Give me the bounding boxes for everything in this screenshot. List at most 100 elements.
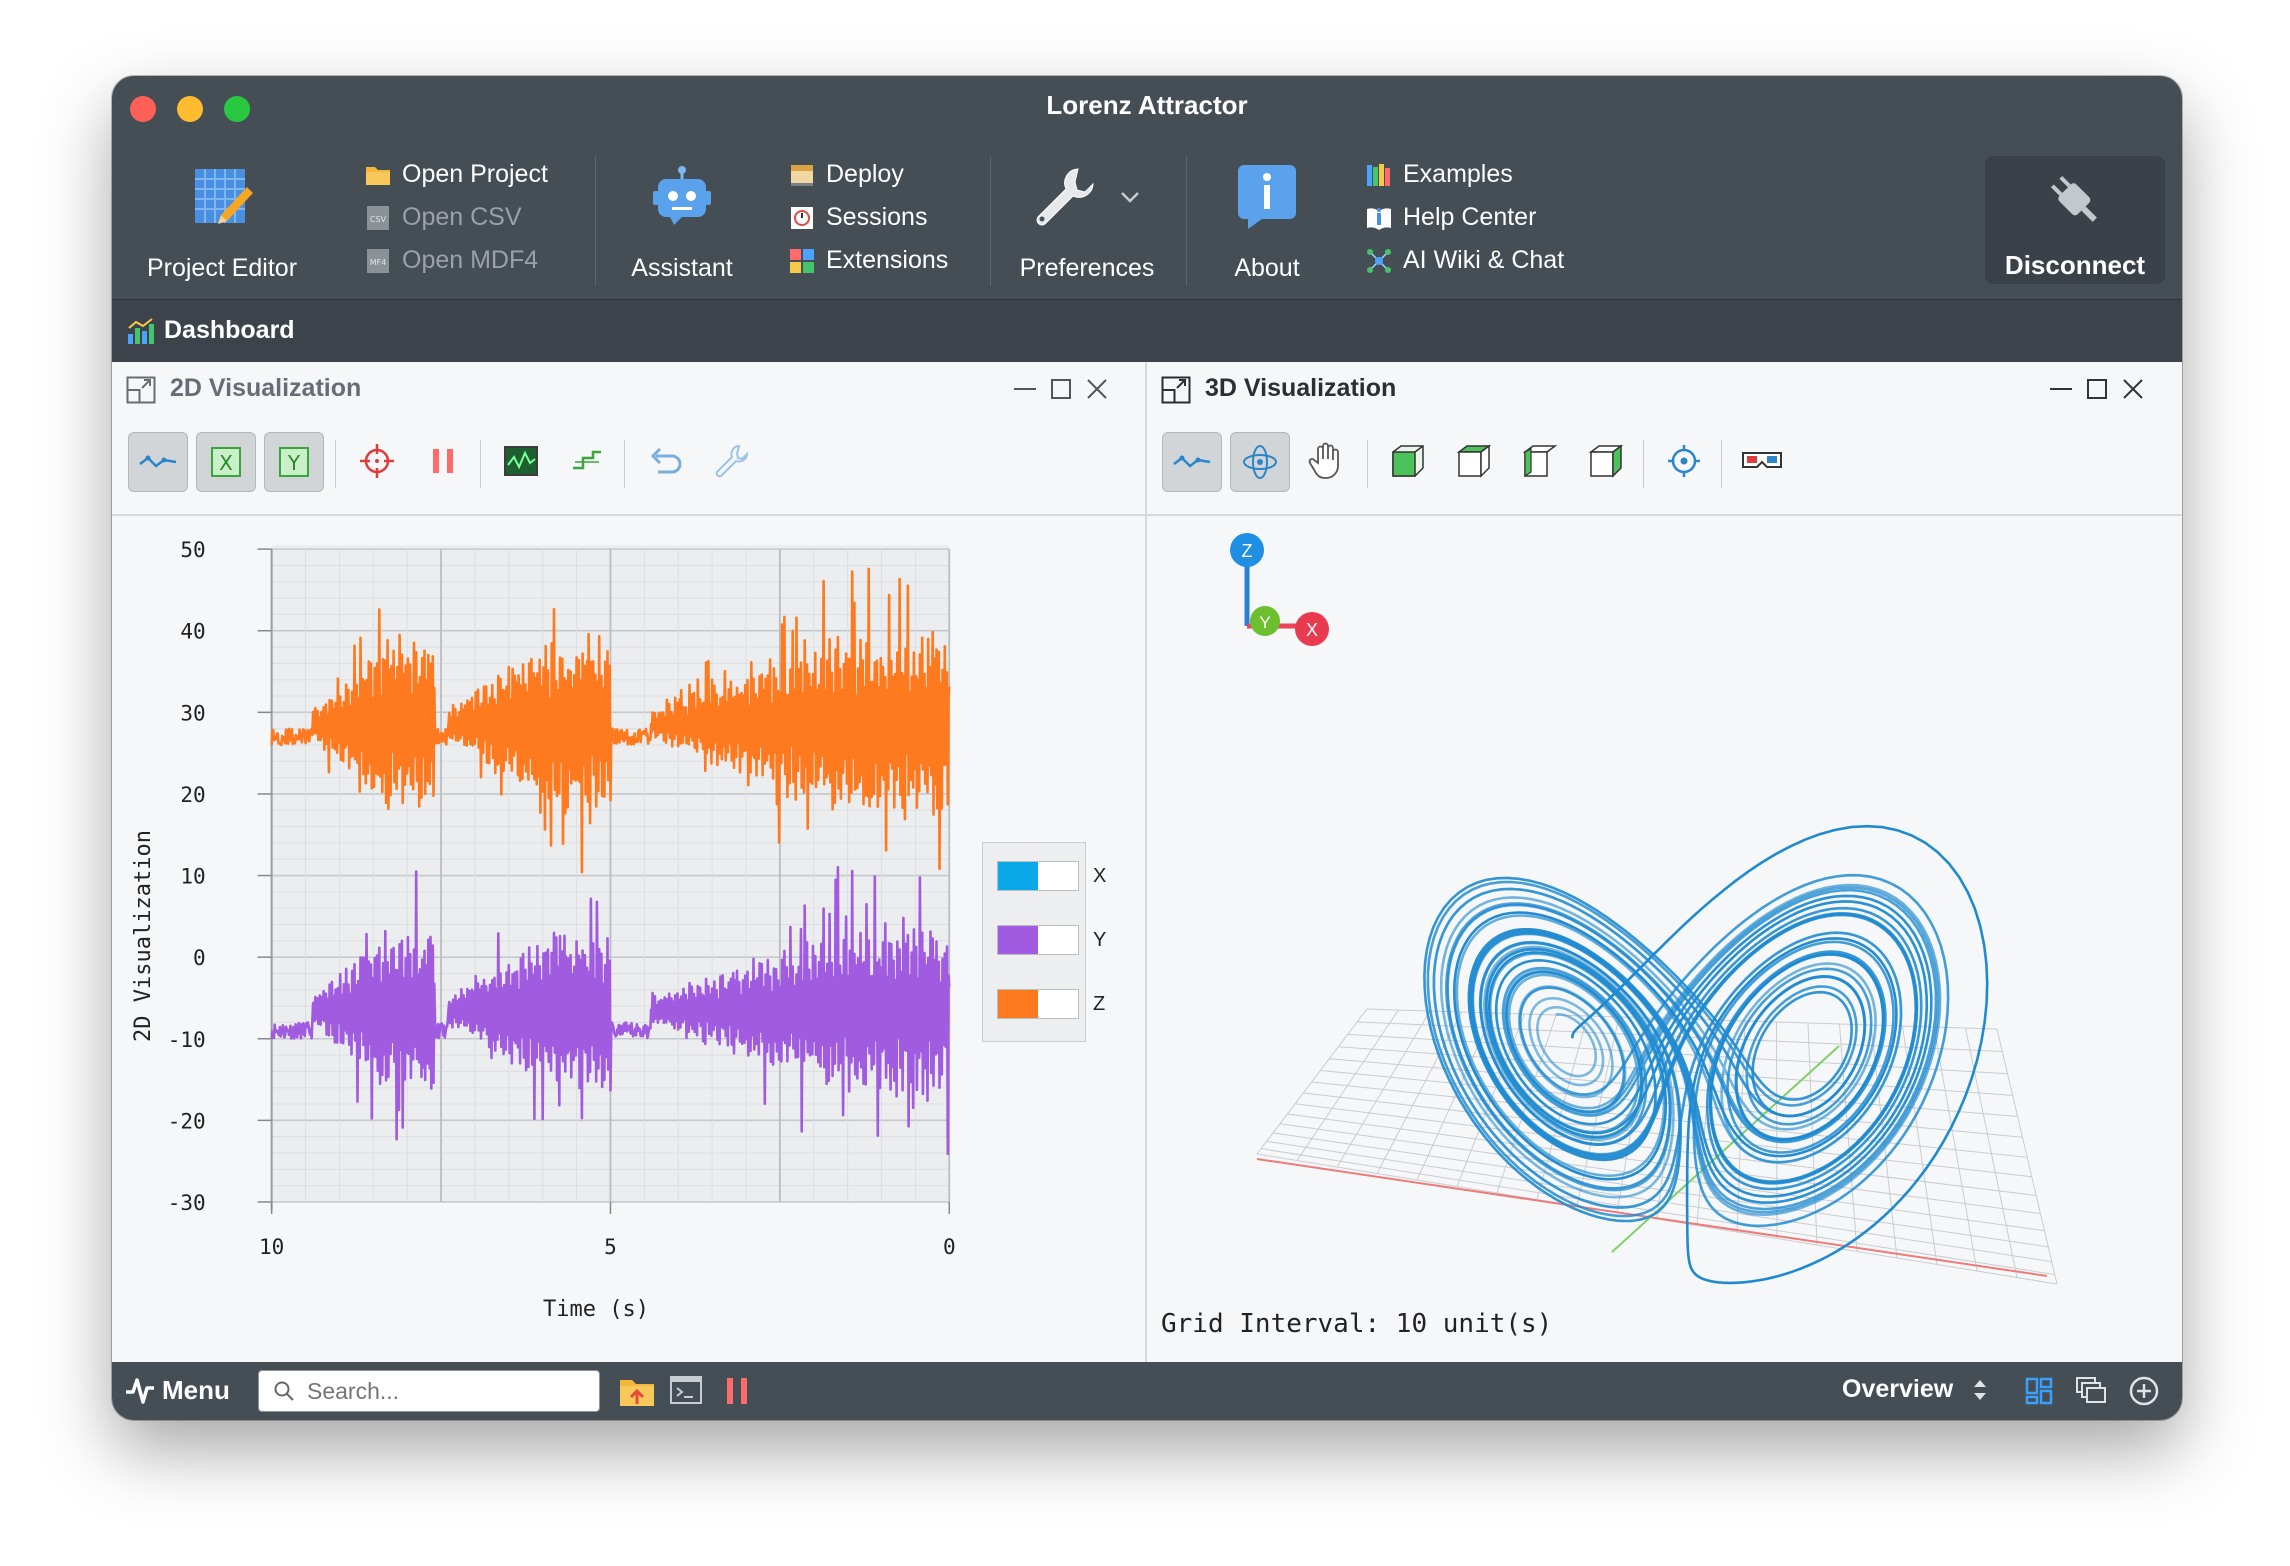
legend-item-x[interactable]: X — [997, 861, 1106, 891]
assistant-button[interactable]: Assistant — [622, 156, 742, 283]
about-button[interactable]: About — [1212, 156, 1322, 283]
maximize-pane-icon[interactable] — [1046, 374, 1076, 404]
chart-legend: X Y Z — [982, 842, 1106, 1042]
help-book-icon — [1367, 207, 1391, 230]
dashboard-layout-icon[interactable] — [2024, 1376, 2054, 1406]
status-bar: Menu Overview — [112, 1362, 2182, 1420]
view-side-button[interactable] — [1511, 432, 1569, 490]
search-box[interactable] — [258, 1370, 600, 1412]
x-tick-label: 0 — [943, 1235, 956, 1259]
pan-hand-icon — [1308, 442, 1339, 479]
project-folder-icon[interactable] — [618, 1372, 656, 1408]
toolbar: Lorenz Attractor Project Editor Open Pro… — [112, 76, 2182, 299]
open-csv-button[interactable]: CSV Open CSV — [364, 203, 522, 232]
svg-text:CSV: CSV — [370, 215, 387, 224]
dashboard-title: Dashboard — [164, 316, 295, 344]
oscilloscope-button[interactable] — [492, 432, 550, 490]
toolbar-separator — [1643, 440, 1644, 488]
terminal-icon[interactable] — [669, 1374, 703, 1406]
toolbar-separator — [624, 440, 625, 488]
pan-hand-button[interactable] — [1297, 432, 1355, 490]
view-iso-button[interactable] — [1577, 432, 1635, 490]
disconnect-button[interactable]: Disconnect — [1985, 156, 2165, 284]
legend-item-z[interactable]: Z — [997, 989, 1105, 1019]
workspace-selector[interactable]: Overview — [1842, 1375, 1989, 1404]
search-input[interactable] — [305, 1375, 589, 1407]
pause-button[interactable] — [414, 432, 472, 490]
crosshair-button[interactable] — [348, 432, 406, 490]
pause-icon[interactable] — [722, 1376, 752, 1406]
dashboard-bar: Dashboard — [112, 299, 2182, 363]
minimize-pane-icon[interactable] — [1010, 374, 1040, 404]
view-iso-icon — [1588, 444, 1624, 478]
interpolate-button[interactable] — [558, 432, 616, 490]
axis-gizmo[interactable]: Y Z X — [1230, 533, 1329, 646]
examples-button[interactable]: Examples — [1365, 160, 1513, 189]
plot-line-icon — [139, 455, 177, 468]
dashboard-icon — [128, 318, 154, 344]
menu-button[interactable]: Menu — [124, 1374, 230, 1406]
extensions-label: Extensions — [826, 246, 949, 274]
legend-label: Y — [1093, 928, 1107, 951]
open-project-button[interactable]: Open Project — [364, 160, 548, 189]
crosshair-icon — [360, 444, 394, 478]
grid-line — [1965, 1027, 2018, 1278]
x-toggle-button[interactable]: X — [196, 432, 256, 492]
search-icon — [274, 1381, 294, 1401]
deploy-button[interactable]: Deploy — [788, 160, 904, 189]
plot-line-button[interactable] — [128, 432, 188, 492]
view-front-icon — [1392, 445, 1424, 477]
legend-item-y[interactable]: Y — [997, 925, 1106, 955]
plot-line-button[interactable] — [1162, 432, 1222, 492]
grid-line — [1996, 1028, 2058, 1285]
pane-2d-visualization: 2D Visualization X Y 50 40 30 20 10 0 -1… — [112, 362, 1147, 1362]
line-chart[interactable]: 50 40 30 20 10 0 -10 -20 -30 10 5 0 2D Visualizatio… — [112, 514, 1145, 1362]
open-mdf4-button[interactable]: MF4 Open MDF4 — [364, 246, 538, 275]
close-pane-icon[interactable] — [1082, 374, 1112, 404]
examples-label: Examples — [1403, 160, 1513, 188]
x-axis-label: Time (s) — [543, 1297, 649, 1322]
open-mdf4-label: Open MDF4 — [402, 246, 539, 274]
app-window: Lorenz Attractor Project Editor Open Pro… — [112, 76, 2182, 1420]
y-toggle-button[interactable]: Y — [264, 432, 324, 492]
sessions-button[interactable]: Sessions — [788, 203, 927, 232]
pane-header: 2D Visualization — [112, 362, 1145, 418]
pause-icon — [433, 449, 453, 473]
wrench-icon — [1036, 168, 1139, 226]
mdf4-file-icon: MF4 — [367, 248, 389, 273]
y-axis-label: 2D Visualization — [131, 830, 156, 1042]
toolbar-separator — [990, 156, 991, 286]
add-circle-icon[interactable] — [2128, 1375, 2160, 1407]
undo-button[interactable] — [636, 432, 694, 490]
minimize-pane-icon[interactable] — [2046, 374, 2076, 404]
view-front-button[interactable] — [1379, 432, 1437, 490]
ai-wiki-chat-label: AI Wiki & Chat — [1403, 246, 1565, 274]
ai-wiki-chat-button[interactable]: AI Wiki & Chat — [1365, 246, 1564, 275]
updown-chevron-icon — [1974, 1379, 1987, 1400]
extensions-button[interactable]: Extensions — [788, 246, 948, 275]
help-center-button[interactable]: Help Center — [1365, 203, 1536, 232]
x-tick-label: 10 — [259, 1235, 284, 1259]
y-toggle-icon: Y — [279, 447, 309, 477]
toolbar-separator — [1186, 156, 1187, 286]
deploy-icon — [791, 164, 813, 186]
wrench-button[interactable] — [702, 432, 760, 490]
pane-toolbar: X Y — [112, 418, 1145, 516]
project-editor-label: Project Editor — [146, 254, 298, 282]
sessions-label: Sessions — [826, 203, 928, 231]
y-tick-label: 40 — [180, 620, 205, 644]
center-button[interactable] — [1655, 432, 1713, 490]
pane-toolbar — [1147, 418, 2182, 516]
stereo-glasses-button[interactable] — [1733, 432, 1791, 490]
preferences-label: Preferences — [1019, 254, 1155, 282]
3d-canvas[interactable]: Y Z X Grid Interval: 10 unit(s) — [1147, 514, 2182, 1362]
maximize-pane-icon[interactable] — [2082, 374, 2112, 404]
windows-cascade-icon[interactable] — [2075, 1376, 2107, 1406]
view-top-button[interactable] — [1445, 432, 1503, 490]
preferences-button[interactable]: Preferences — [1012, 156, 1162, 283]
close-pane-icon[interactable] — [2118, 374, 2148, 404]
project-editor-button[interactable]: Project Editor — [142, 156, 302, 283]
y-tick-label: -10 — [168, 1028, 206, 1052]
pane-widget-icon — [1161, 376, 1191, 404]
orbit-button[interactable] — [1230, 432, 1290, 492]
